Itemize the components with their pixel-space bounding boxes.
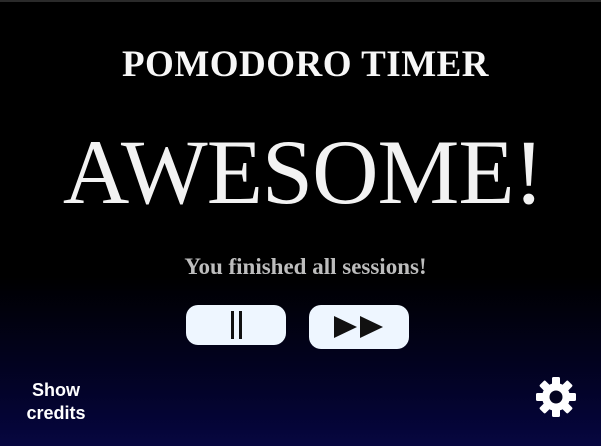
- fast-forward-icon: [334, 316, 384, 338]
- skip-button[interactable]: [309, 305, 409, 349]
- status-headline: AWESOME!: [62, 121, 544, 223]
- app-title: POMODORO TIMER: [121, 44, 490, 85]
- pause-icon: [230, 311, 242, 339]
- window-top-edge: [0, 0, 601, 2]
- settings-button[interactable]: [534, 375, 578, 419]
- pause-button[interactable]: [186, 305, 286, 345]
- gear-icon: [536, 377, 576, 417]
- status-message: You finished all sessions!: [184, 254, 427, 279]
- show-credits-link[interactable]: Show credits: [14, 379, 98, 425]
